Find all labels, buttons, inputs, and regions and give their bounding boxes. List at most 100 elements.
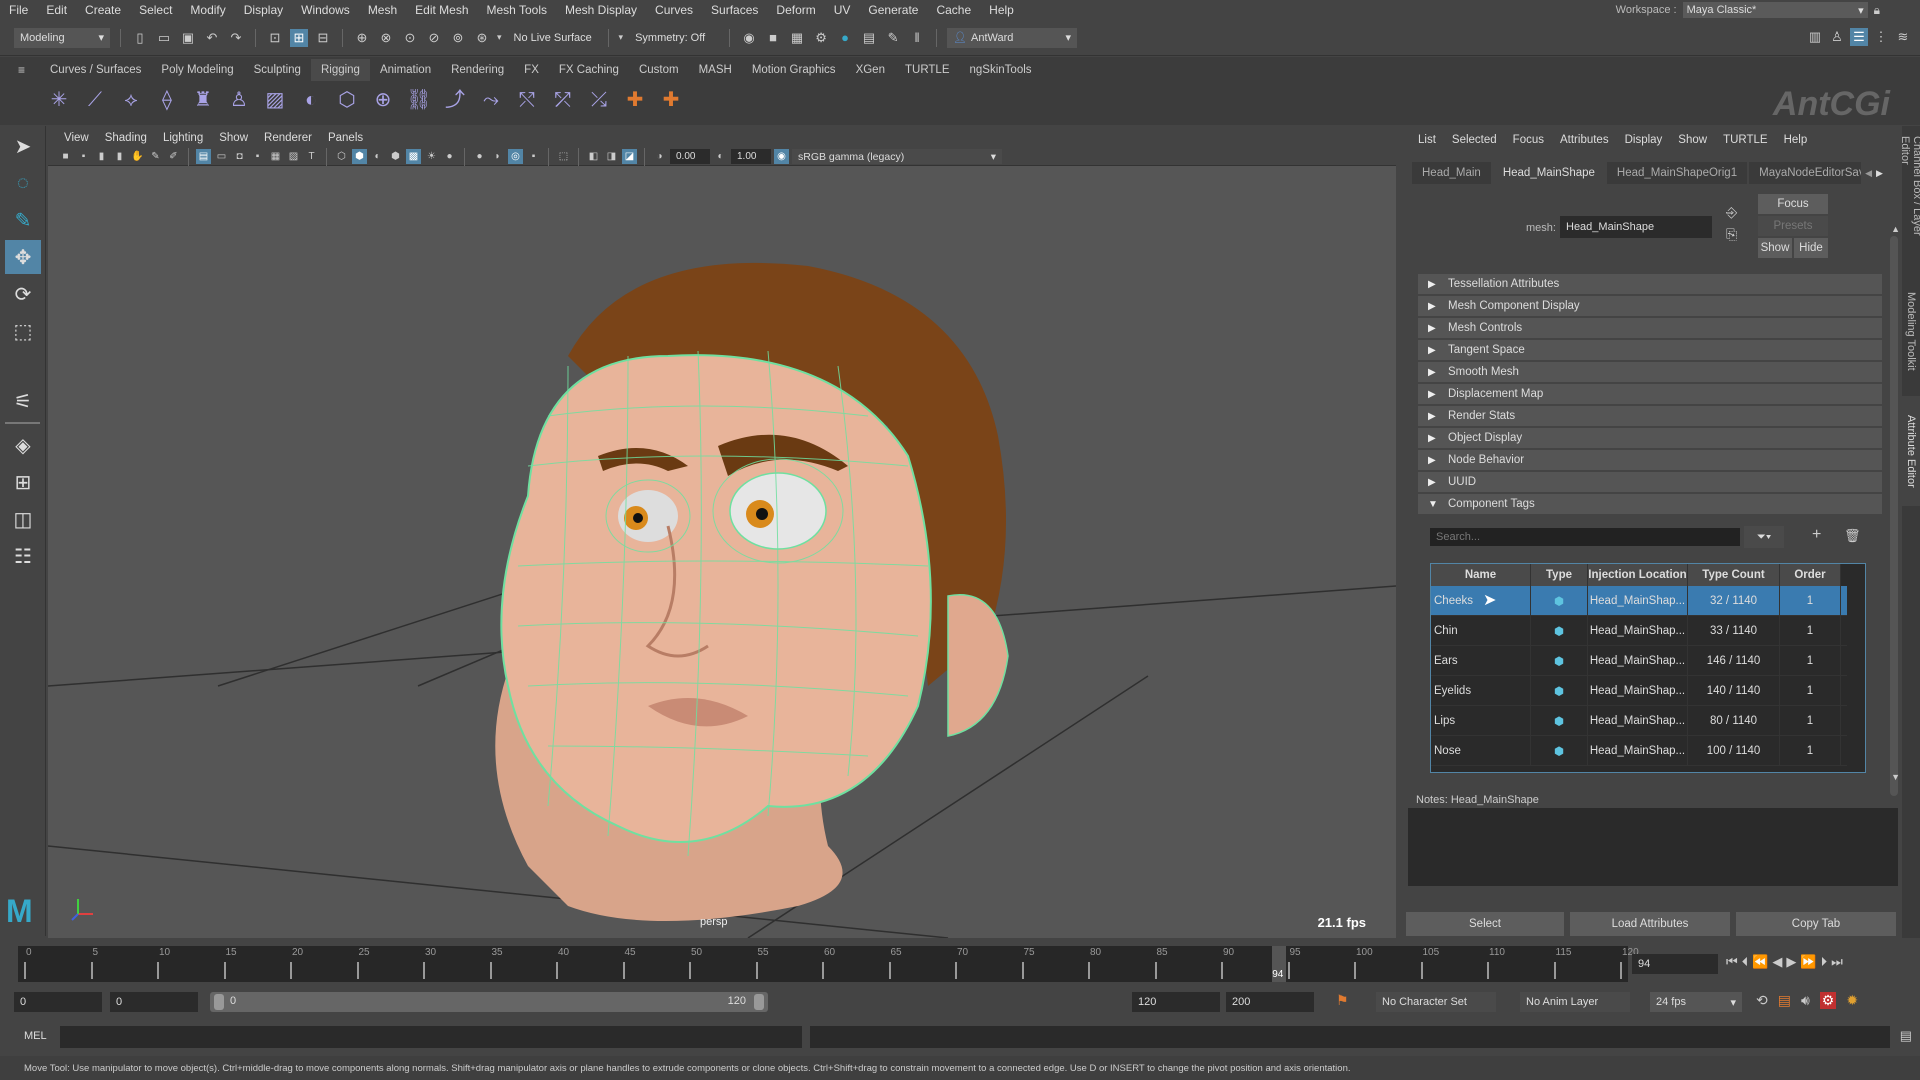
menu-help[interactable]: Help xyxy=(980,3,1023,17)
focus-button[interactable]: Focus xyxy=(1758,194,1828,214)
node-tab-head-mainshape[interactable]: Head_MainShape xyxy=(1492,162,1605,184)
shelf-tab-turtle[interactable]: TURTLE xyxy=(895,59,960,81)
mesh-name-field[interactable]: Head_MainShape xyxy=(1560,216,1712,238)
image-plane-icon[interactable]: ▮ xyxy=(112,149,127,164)
human-ik-icon[interactable]: ♙ xyxy=(1828,28,1846,46)
loop-icon[interactable]: ⟲ xyxy=(1756,992,1768,1009)
four-pane-layout-icon[interactable]: ⊞ xyxy=(5,465,41,499)
menu-modify[interactable]: Modify xyxy=(181,3,234,17)
menu-mesh-tools[interactable]: Mesh Tools xyxy=(478,3,556,17)
symmetry-field[interactable]: Symmetry: Off xyxy=(629,27,720,48)
outliner-layout-icon[interactable]: ☷ xyxy=(5,539,41,573)
timeline-ruler[interactable]: 0 5 10 15 20 25 30 35 40 45 50 55 60 65 70 75 80 85 90 95 10… xyxy=(18,946,1639,982)
menu-generate[interactable]: Generate xyxy=(859,3,927,17)
step-forward-key-icon[interactable]: ⏩ xyxy=(1800,954,1816,970)
tab-scroll-right-icon[interactable]: ▶ xyxy=(1874,162,1885,184)
ae-menu-focus[interactable]: Focus xyxy=(1505,134,1552,146)
live-surface-field[interactable]: No Live Surface xyxy=(507,27,598,48)
step-back-frame-icon[interactable]: ⏴ xyxy=(1742,954,1749,970)
snap-view-icon[interactable]: ⊘ xyxy=(425,29,443,47)
modeling-toolkit-icon[interactable]: ▥ xyxy=(1806,28,1824,46)
smooth-shade-icon[interactable]: ⬢ xyxy=(352,149,367,164)
chevron-down-icon[interactable]: ▾ xyxy=(619,32,624,43)
hypershade-icon[interactable]: ● xyxy=(836,29,854,47)
custom-rig-icon[interactable]: ✚ xyxy=(656,85,686,115)
menu-mesh[interactable]: Mesh xyxy=(359,3,406,17)
go-to-start-icon[interactable]: ⏮ xyxy=(1726,954,1738,970)
shelf-tab-rendering[interactable]: Rendering xyxy=(441,59,514,81)
aim-constraint-icon[interactable]: ⤱ xyxy=(548,85,578,115)
section-smooth-mesh[interactable]: ▶ Smooth Mesh xyxy=(1418,362,1882,382)
2d-pan-icon[interactable]: ✋ xyxy=(130,149,145,164)
snap-surface-icon[interactable]: ⊚ xyxy=(449,29,467,47)
redo-icon[interactable]: ↷ xyxy=(227,29,245,47)
playback-end-field[interactable]: 120 xyxy=(1132,992,1220,1012)
menu-surfaces[interactable]: Surfaces xyxy=(702,3,767,17)
vp-menu-view[interactable]: View xyxy=(56,132,97,144)
snap-grid-icon[interactable]: ⊕ xyxy=(353,29,371,47)
bind-skin-icon[interactable]: ▨ xyxy=(260,85,290,115)
light-editor-icon[interactable]: ✎ xyxy=(884,29,902,47)
start-time-field[interactable]: 0 xyxy=(14,992,102,1012)
wireframe-on-shaded-icon[interactable]: ⬢ xyxy=(388,149,403,164)
menuset-dropdown[interactable]: Modeling ▾ xyxy=(14,27,110,48)
ae-menu-selected[interactable]: Selected xyxy=(1444,134,1505,146)
table-row[interactable]: Chin ⬢ Head_MainShap... 33 / 1140 1 xyxy=(1431,616,1847,646)
pole-vector-icon[interactable]: ⤰ xyxy=(584,85,614,115)
table-row[interactable]: Ears ⬢ Head_MainShap... 146 / 1140 1 xyxy=(1431,646,1847,676)
paint-select-tool-icon[interactable]: ✎ xyxy=(5,203,41,237)
character-set-dropdown[interactable]: No Character Set xyxy=(1376,992,1496,1012)
load-attributes-button[interactable]: Load Attributes xyxy=(1570,912,1730,936)
select-object-icon[interactable]: ⊞ xyxy=(290,28,308,47)
table-row[interactable]: Nose ⬢ Head_MainShap... 100 / 1140 1 xyxy=(1431,736,1847,766)
single-pane-layout-icon[interactable]: ◈ xyxy=(5,428,41,462)
shelf-tab-custom[interactable]: Custom xyxy=(629,59,689,81)
section-tangent-space[interactable]: ▶ Tangent Space xyxy=(1418,340,1882,360)
section-render-stats[interactable]: ▶ Render Stats xyxy=(1418,406,1882,426)
render-settings-icon[interactable]: ⚙ xyxy=(812,29,830,47)
shelf-tab-xgen[interactable]: XGen xyxy=(846,59,895,81)
side-tab-channel-box[interactable]: Channel Box / Layer Editor xyxy=(1899,136,1920,266)
section-component-tags[interactable]: ▼ Component Tags xyxy=(1418,494,1882,514)
grid-icon[interactable]: ✐ xyxy=(166,149,181,164)
humanik-icon[interactable]: ♙ xyxy=(224,85,254,115)
sound-icon[interactable]: 🔊︎ xyxy=(1801,992,1810,1009)
create-joints-icon[interactable]: ✳ xyxy=(44,85,74,115)
ipr-render-icon[interactable]: ▦ xyxy=(788,29,806,47)
step-forward-frame-icon[interactable]: ⏵ xyxy=(1821,954,1828,970)
lock-icon[interactable]: 🔒︎ xyxy=(1874,3,1880,18)
vp-menu-panels[interactable]: Panels xyxy=(320,132,371,144)
table-row[interactable]: Eyelids ⬢ Head_MainShap... 140 / 1140 1 xyxy=(1431,676,1847,706)
gate-mask-icon[interactable]: ▪ xyxy=(250,149,265,164)
section-node-behavior[interactable]: ▶ Node Behavior xyxy=(1418,450,1882,470)
last-tool-icon[interactable]: ⚟ xyxy=(5,384,41,418)
tag-search-input[interactable]: Search... xyxy=(1430,528,1740,546)
menu-edit-mesh[interactable]: Edit Mesh xyxy=(406,3,477,17)
color-space-dropdown[interactable]: sRGB gamma (legacy) ▾ xyxy=(792,149,1002,164)
menu-deform[interactable]: Deform xyxy=(767,3,824,17)
play-backwards-icon[interactable]: ◀ xyxy=(1772,954,1782,970)
shelf-tab-motion-graphics[interactable]: Motion Graphics xyxy=(742,59,846,81)
notes-textarea[interactable] xyxy=(1408,808,1898,886)
section-object-display[interactable]: ▶ Object Display xyxy=(1418,428,1882,448)
col-header-type[interactable]: Type xyxy=(1531,564,1588,586)
select-hierarchy-icon[interactable]: ⊡ xyxy=(266,29,284,47)
range-slider[interactable]: 0 120 xyxy=(210,992,768,1012)
ae-menu-help[interactable]: Help xyxy=(1776,134,1816,146)
render-setup-icon[interactable]: ▤ xyxy=(860,29,878,47)
motion-blur-icon[interactable]: ◗ xyxy=(490,149,505,164)
node-tab-nodeeditor[interactable]: MayaNodeEditorSav xyxy=(1749,162,1862,184)
step-back-key-icon[interactable]: ⏪ xyxy=(1752,954,1768,970)
shelf-tab-animation[interactable]: Animation xyxy=(370,59,441,81)
ae-menu-show[interactable]: Show xyxy=(1670,134,1715,146)
col-header-name[interactable]: Name xyxy=(1431,564,1531,586)
go-to-output-icon[interactable]: ⎘ xyxy=(1726,226,1737,243)
ik-spline-icon[interactable]: ⟡ xyxy=(116,85,146,115)
workspace-dropdown[interactable]: Maya Classic* ▾ xyxy=(1682,2,1868,18)
resolution-gate-icon[interactable]: ◘ xyxy=(232,149,247,164)
play-forwards-icon[interactable]: ▶ xyxy=(1786,954,1796,970)
scale-constraint-icon[interactable]: ⤲ xyxy=(512,85,542,115)
rotate-tool-icon[interactable]: ⟳ xyxy=(5,277,41,311)
menu-uv[interactable]: UV xyxy=(825,3,860,17)
cluster-icon[interactable]: ⊕ xyxy=(368,85,398,115)
